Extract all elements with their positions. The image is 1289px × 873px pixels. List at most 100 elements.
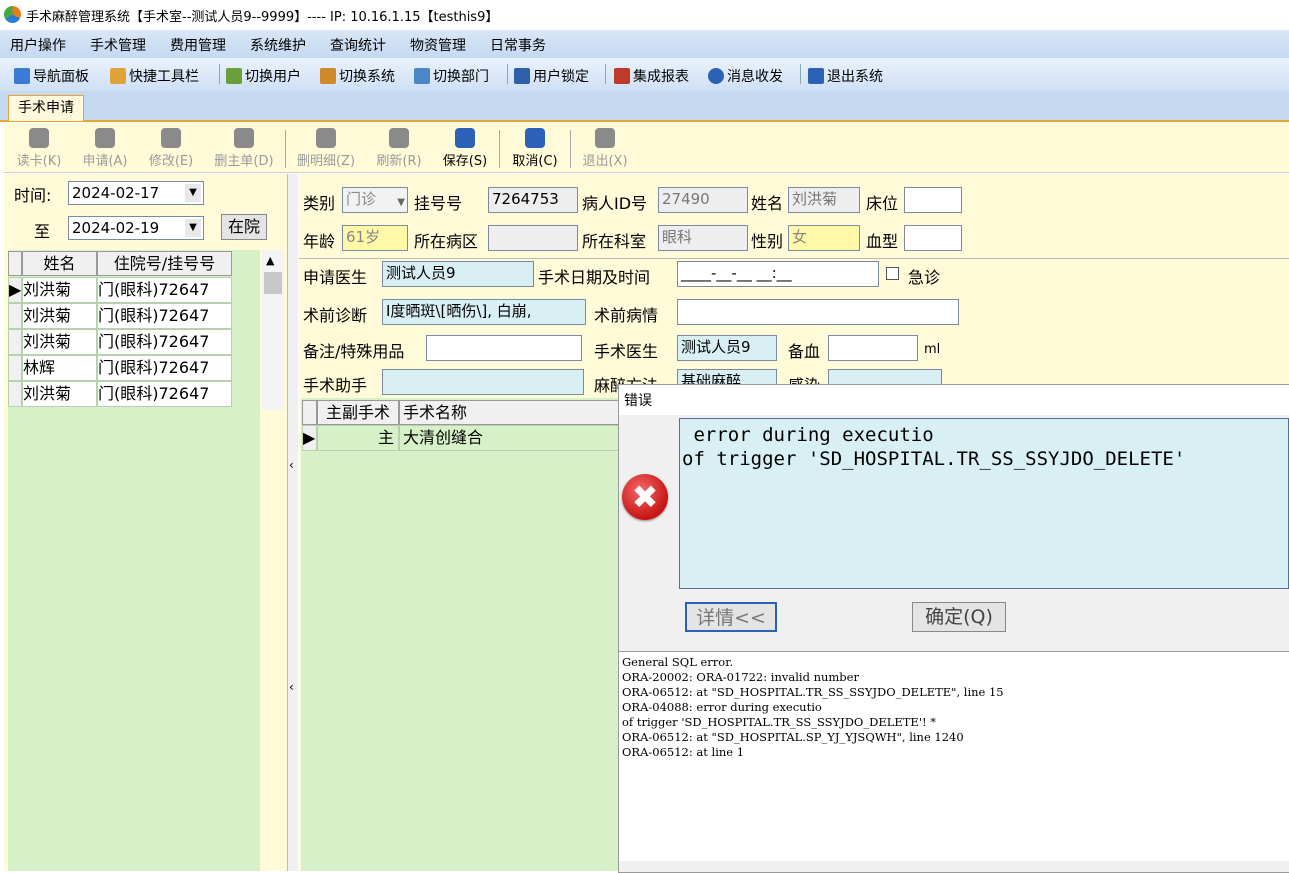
ward-field[interactable] (488, 225, 578, 251)
menu-bar: 用户操作 手术管理 费用管理 系统维护 查询统计 物资管理 日常事务 (0, 30, 1289, 58)
form-divider (299, 258, 1289, 259)
chevron-down-icon[interactable]: ▼ (185, 184, 201, 202)
cancel-button[interactable]: 取消(C) (506, 128, 564, 169)
table-row[interactable]: 门(眼科)72647 (97, 381, 232, 407)
col-header-type[interactable]: 主副手术 (317, 400, 399, 425)
switch-system-button[interactable]: 切换系统 (320, 66, 395, 86)
table-row[interactable]: 主 (317, 425, 399, 451)
pane-splitter[interactable]: ‹ ‹ (287, 174, 298, 871)
remark-label: 备注/特殊用品 (303, 342, 405, 361)
exit-system-button[interactable]: 退出系统 (808, 66, 883, 86)
dept-field[interactable]: 眼科 (658, 225, 748, 251)
save-button[interactable]: 保存(S) (436, 128, 494, 169)
assistant-field[interactable] (382, 369, 584, 395)
col-header-name[interactable]: 姓名 (22, 251, 97, 276)
apply-button[interactable]: 申请(A) (76, 128, 134, 169)
row-indicator: ▶ (302, 425, 317, 451)
reports-icon (614, 68, 630, 84)
table-row[interactable]: 刘洪菊 (22, 277, 97, 303)
action-separator (570, 130, 571, 168)
date-to-picker[interactable]: 2024-02-19 ▼ (68, 216, 204, 240)
refresh-button[interactable]: 刷新(R) (370, 128, 428, 169)
save-icon (455, 128, 475, 148)
user-lock-button[interactable]: 用户锁定 (514, 66, 589, 86)
read-card-button[interactable]: 读卡(K) (10, 128, 68, 169)
table-row[interactable]: 林辉 (22, 355, 97, 381)
age-field[interactable]: 61岁 (342, 225, 408, 251)
col-header-opname[interactable]: 手术名称 (399, 400, 619, 425)
scroll-thumb[interactable] (264, 272, 282, 294)
reports-button[interactable]: 集成报表 (614, 66, 689, 86)
delete-main-button[interactable]: 删主单(D) (208, 128, 280, 169)
pid-label: 病人ID号 (582, 194, 648, 213)
switch-user-button[interactable]: 切换用户 (226, 66, 301, 86)
table-row[interactable]: 刘洪菊 (22, 303, 97, 329)
row-indicator: ▶ (8, 277, 22, 303)
menu-surgery[interactable]: 手术管理 (90, 35, 146, 55)
toolbar-separator (219, 64, 220, 84)
doctor-field[interactable]: 测试人员9 (382, 261, 534, 287)
tab-surgery-request[interactable]: 手术申请 (8, 95, 84, 121)
grid-scrollbar[interactable]: ▲ (262, 250, 284, 410)
messages-button[interactable]: 消息收发 (708, 66, 783, 86)
name-field[interactable]: 刘洪菊 (788, 187, 860, 213)
refresh-icon (389, 128, 409, 148)
table-row[interactable]: 门(眼科)72647 (97, 329, 232, 355)
surgeon-field[interactable]: 测试人员9 (677, 335, 777, 361)
scroll-up-icon[interactable]: ▲ (266, 254, 274, 267)
app-logo-icon (4, 6, 21, 23)
date-from-picker[interactable]: 2024-02-17 ▼ (68, 181, 204, 205)
urgent-checkbox[interactable] (886, 267, 899, 280)
table-row[interactable]: 刘洪菊 (22, 381, 97, 407)
ok-button[interactable]: 确定(Q) (912, 602, 1006, 632)
switch-dept-button[interactable]: 切换部门 (414, 66, 489, 86)
quick-toolbar-icon (110, 68, 126, 84)
chevron-down-icon[interactable]: ▼ (185, 219, 201, 237)
name-label: 姓名 (751, 194, 784, 213)
table-row[interactable]: 大清创缝合 (399, 425, 619, 451)
diag-field[interactable]: Ⅰ度晒斑\[晒伤\], 白崩, (382, 299, 586, 325)
operation-grid (301, 398, 631, 871)
blood-field[interactable] (904, 225, 962, 251)
menu-fees[interactable]: 费用管理 (170, 35, 226, 55)
title-bar: 手术麻醉管理系统【手术室--测试人员9--9999】---- IP: 10.16… (0, 0, 1289, 30)
col-header-id[interactable]: 住院号/挂号号 (97, 251, 232, 276)
assistant-label: 手术助手 (303, 376, 368, 395)
optime-field[interactable]: ____-__-__ __:__ (677, 261, 879, 287)
exit-icon (595, 128, 615, 148)
row-indicator (8, 381, 22, 407)
menu-supplies[interactable]: 物资管理 (410, 35, 466, 55)
pid-field[interactable]: 27490 (658, 187, 748, 213)
chevron-down-icon[interactable]: ▼ (397, 192, 405, 212)
surgeon-label: 手术医生 (594, 342, 659, 361)
category-select[interactable]: 门诊 ▼ (342, 187, 408, 213)
quick-toolbar-button[interactable]: 快捷工具栏 (110, 66, 199, 86)
delete-detail-button[interactable]: 删明细(Z) (290, 128, 362, 169)
table-row[interactable]: 门(眼科)72647 (97, 355, 232, 381)
table-row[interactable]: 门(眼科)72647 (97, 277, 232, 303)
sex-field[interactable]: 女 (788, 225, 860, 251)
exit-button[interactable]: 退出(X) (576, 128, 634, 169)
blood-prep-label: 备血 (788, 342, 821, 361)
reg-no-field[interactable]: 7264753 (488, 187, 578, 213)
collapse-left-icon[interactable]: ‹ (289, 458, 294, 472)
remark-field[interactable] (426, 335, 582, 361)
details-button[interactable]: 详情<< (685, 602, 777, 632)
tab-strip (0, 91, 1289, 122)
window-title: 手术麻醉管理系统【手术室--测试人员9--9999】---- IP: 10.16… (26, 10, 499, 25)
in-hospital-button[interactable]: 在院 (221, 214, 267, 240)
menu-query[interactable]: 查询统计 (330, 35, 386, 55)
table-row[interactable]: 刘洪菊 (22, 329, 97, 355)
edit-button[interactable]: 修改(E) (142, 128, 200, 169)
cond-field[interactable] (677, 299, 959, 325)
blood-prep-field[interactable] (828, 335, 918, 361)
menu-user[interactable]: 用户操作 (10, 35, 66, 55)
table-row[interactable]: 门(眼科)72647 (97, 303, 232, 329)
collapse-left-icon[interactable]: ‹ (289, 680, 294, 694)
menu-daily[interactable]: 日常事务 (490, 35, 546, 55)
menu-system[interactable]: 系统维护 (250, 35, 306, 55)
category-label: 类别 (303, 194, 336, 213)
nav-panel-button[interactable]: 导航面板 (14, 66, 89, 86)
bed-field[interactable] (904, 187, 962, 213)
toolbar-separator (507, 64, 508, 84)
